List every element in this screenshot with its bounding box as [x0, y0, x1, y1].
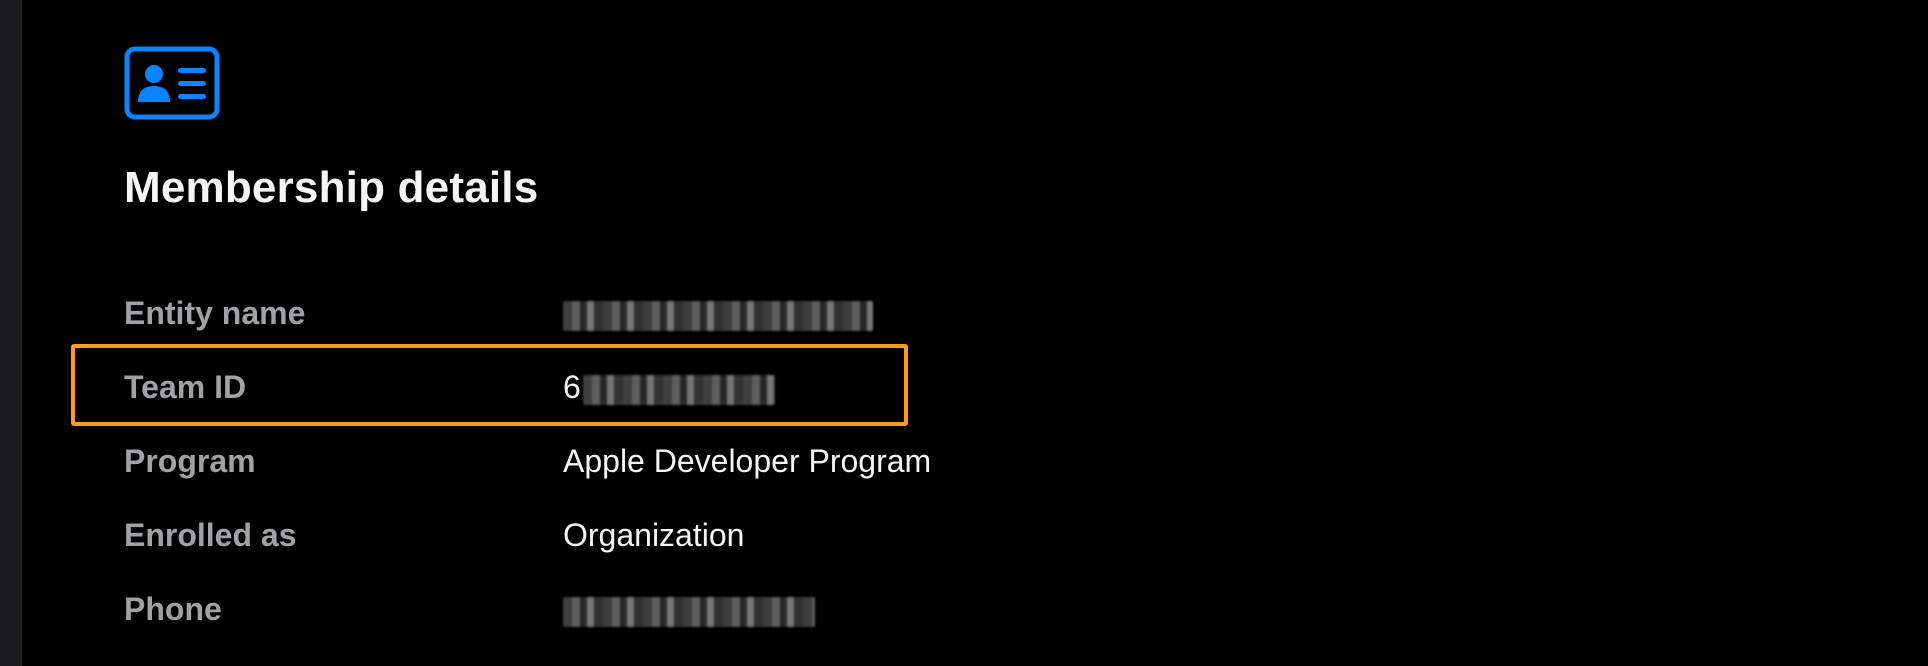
- entity-name-value: [563, 282, 873, 344]
- detail-row-enrolled-as: Enrolled as Organization: [124, 504, 1024, 578]
- enrolled-as-value: Organization: [563, 517, 745, 553]
- detail-row-program: Program Apple Developer Program: [124, 430, 1024, 504]
- redacted-value: [563, 300, 873, 331]
- team-id-highlight: [71, 344, 908, 426]
- program-label: Program: [124, 443, 256, 479]
- entity-name-label: Entity name: [124, 295, 306, 331]
- detail-row-phone: Phone: [124, 578, 1024, 652]
- redacted-value: [563, 596, 815, 627]
- enrolled-as-label: Enrolled as: [124, 517, 297, 553]
- page-title: Membership details: [124, 163, 539, 212]
- contact-card-icon: [124, 46, 220, 120]
- phone-value: [563, 578, 815, 640]
- phone-label: Phone: [124, 591, 222, 627]
- program-value: Apple Developer Program: [563, 443, 932, 479]
- details-list: Entity name Team ID 6 Program Apple Deve…: [124, 282, 1024, 652]
- membership-panel: Membership details Entity name Team ID 6…: [0, 0, 1928, 666]
